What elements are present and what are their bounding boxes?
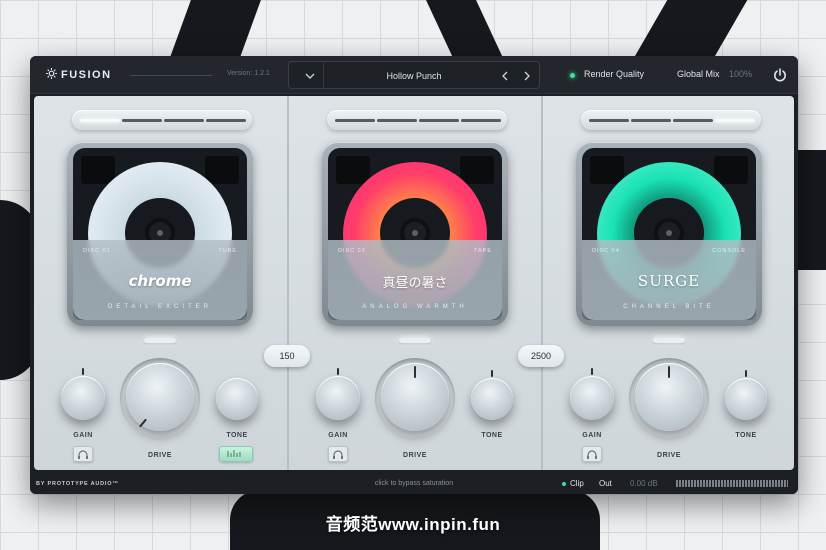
chevron-left-icon[interactable] xyxy=(501,71,509,81)
gain-knob[interactable] xyxy=(570,376,614,420)
headphones-icon xyxy=(333,450,343,459)
band-led xyxy=(144,338,176,343)
gain-knob[interactable] xyxy=(61,376,105,420)
band-meter xyxy=(327,110,507,130)
disc-name: 真昼の暑さ xyxy=(382,275,448,290)
band-1: DISC 01 TUBE chrome DETAIL EXCITER GAIN … xyxy=(34,96,287,470)
plugin-window: FUSION Version: 1.2.1 Hollow Punch Rende… xyxy=(30,56,798,494)
prev-preset-button[interactable] xyxy=(497,68,513,84)
version-label: Version: 1.2.1 xyxy=(227,70,270,77)
watermark: 音频范www.inpin.fun xyxy=(325,515,501,534)
divider xyxy=(323,62,324,88)
out-value[interactable]: 0.00 dB xyxy=(630,479,658,488)
tone-label: TONE xyxy=(735,432,757,439)
drive-label: DRIVE xyxy=(657,452,681,459)
tone-knob[interactable] xyxy=(725,378,767,420)
power-icon[interactable] xyxy=(772,67,788,83)
disc-type: TAPE xyxy=(474,248,492,254)
clip-toggle[interactable]: Clip xyxy=(570,479,584,488)
band-led xyxy=(399,338,431,343)
disc-deck[interactable]: DISC 04 CONSOLE SURGE CHANNEL BITE xyxy=(576,142,762,326)
gain-label: GAIN xyxy=(73,432,93,439)
gain-label: GAIN xyxy=(328,432,348,439)
disc-deck[interactable]: DISC 01 TUBE chrome DETAIL EXCITER xyxy=(67,142,253,326)
disc-type: CONSOLE xyxy=(712,248,746,254)
global-mix-label: Global Mix xyxy=(677,69,720,79)
drive-knob[interactable] xyxy=(126,363,194,431)
headphones-icon xyxy=(78,450,88,459)
tone-label: TONE xyxy=(481,432,503,439)
band-led xyxy=(653,338,685,343)
gain-label: GAIN xyxy=(582,432,602,439)
disc-number: DISC 04 xyxy=(592,248,620,254)
tone-label: TONE xyxy=(226,432,248,439)
band-3: DISC 04 CONSOLE SURGE CHANNEL BITE GAIN … xyxy=(543,96,796,470)
chevron-down-icon[interactable] xyxy=(303,70,317,82)
disc-subtitle: CHANNEL BITE xyxy=(623,304,715,310)
crossover-low[interactable]: 150 xyxy=(264,345,310,367)
headphones-icon xyxy=(587,450,597,459)
drive-label: DRIVE xyxy=(403,452,427,459)
band-2: DISC 02 TAPE 真昼の暑さ ANALOG WARMTH GAIN DR… xyxy=(289,96,542,470)
gain-knob[interactable] xyxy=(316,376,360,420)
output-meter xyxy=(676,480,788,487)
waveform-icon xyxy=(227,450,241,457)
solo-button[interactable] xyxy=(73,446,93,462)
preset-name[interactable]: Hollow Punch xyxy=(359,71,469,81)
top-bar: FUSION Version: 1.2.1 Hollow Punch Rende… xyxy=(30,56,798,94)
clip-indicator xyxy=(562,482,566,486)
disc-deck[interactable]: DISC 02 TAPE 真昼の暑さ ANALOG WARMTH xyxy=(322,142,508,326)
drive-label: DRIVE xyxy=(148,452,172,459)
disc-subtitle: ANALOG WARMTH xyxy=(362,304,468,310)
next-preset-button[interactable] xyxy=(519,68,535,84)
main-panel: DISC 01 TUBE chrome DETAIL EXCITER GAIN … xyxy=(34,96,794,470)
footer: BY PROTOTYPE AUDIO™ click to bypass satu… xyxy=(30,474,798,494)
disc-number: DISC 02 xyxy=(338,248,366,254)
disc-number: DISC 01 xyxy=(83,248,111,254)
render-quality-indicator[interactable] xyxy=(570,73,575,78)
disc-name: chrome xyxy=(128,272,192,290)
band-meter xyxy=(581,110,761,130)
preset-selector[interactable]: Hollow Punch xyxy=(288,61,540,89)
app-logo: FUSION xyxy=(46,68,112,81)
disc-name: SURGE xyxy=(637,272,701,290)
divider xyxy=(130,75,212,76)
global-mix-value[interactable]: 100% xyxy=(729,69,752,79)
bg-shape xyxy=(796,150,826,270)
app-name: FUSION xyxy=(61,69,112,81)
tone-mode-button[interactable] xyxy=(219,446,253,462)
crossover-high[interactable]: 2500 xyxy=(518,345,564,367)
solo-button[interactable] xyxy=(328,446,348,462)
solo-button[interactable] xyxy=(582,446,602,462)
band-meter xyxy=(72,110,252,130)
disc-subtitle: DETAIL EXCITER xyxy=(107,304,212,310)
disc-type: TUBE xyxy=(218,248,237,254)
render-quality-toggle[interactable]: Render Quality xyxy=(584,69,644,79)
sun-gear-icon xyxy=(46,68,57,79)
out-label: Out xyxy=(599,479,612,488)
tone-knob[interactable] xyxy=(216,378,258,420)
chevron-right-icon[interactable] xyxy=(523,71,531,81)
tone-knob[interactable] xyxy=(471,378,513,420)
